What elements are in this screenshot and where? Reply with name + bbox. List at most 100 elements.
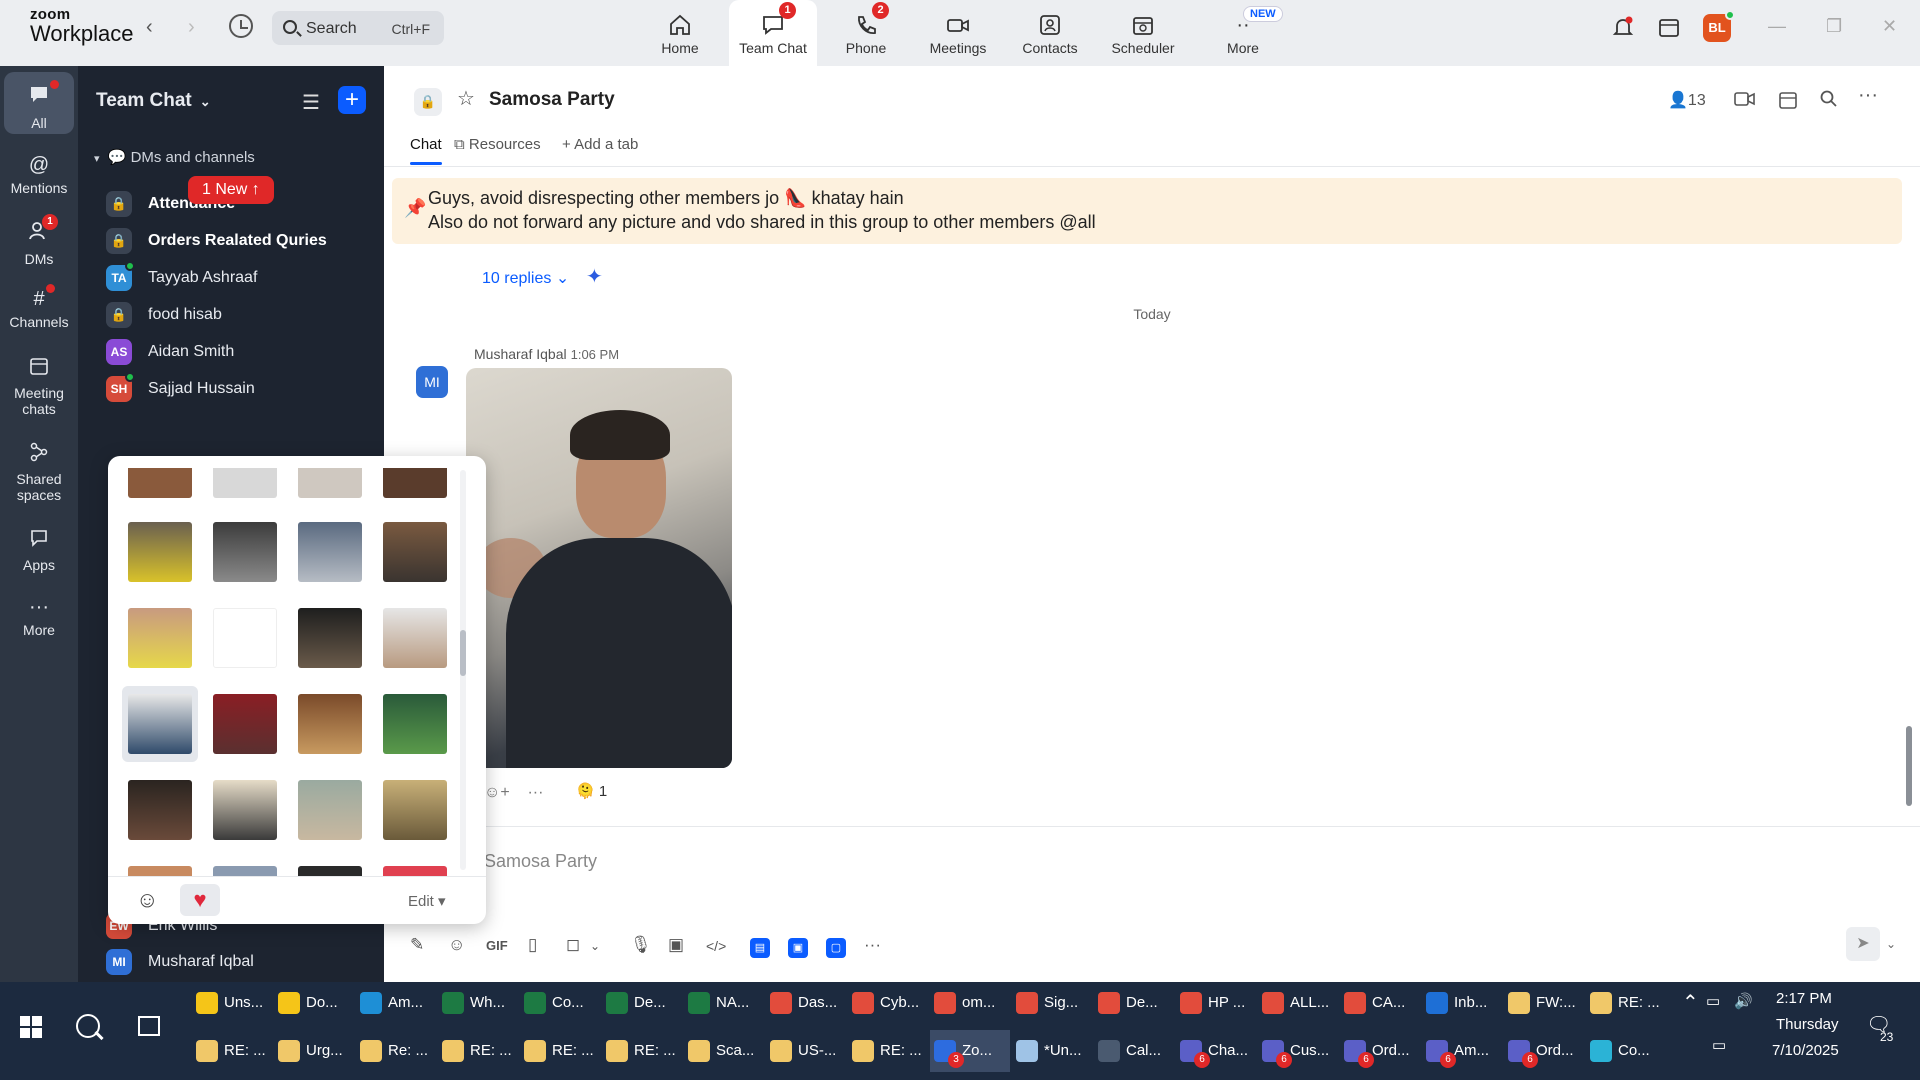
minimize-icon[interactable]: — xyxy=(1768,16,1786,37)
chevron-up-icon[interactable]: ⌃ xyxy=(1682,990,1699,1015)
taskbar-app[interactable]: ALL... xyxy=(1258,982,1338,1024)
taskbar-app[interactable]: US-... xyxy=(766,1030,846,1072)
sticker-item[interactable] xyxy=(292,600,368,676)
rail-item-mentions[interactable]: @ Mentions xyxy=(4,142,74,204)
taskbar-app[interactable]: RE: ... xyxy=(438,1030,518,1072)
new-messages-pill[interactable]: 1 New ↑ xyxy=(188,176,274,204)
taskbar-app[interactable]: HP ... xyxy=(1176,982,1256,1024)
rail-item-shared-spaces[interactable]: Shared spaces xyxy=(4,430,74,510)
taskbar-app[interactable]: Cyb... xyxy=(848,982,928,1024)
avatar[interactable]: MI xyxy=(416,366,448,398)
taskbar-app[interactable]: Do... xyxy=(274,982,354,1024)
emoji-icon[interactable]: ☺ xyxy=(448,935,465,955)
sticker-item[interactable] xyxy=(292,468,368,506)
taskbar-app[interactable]: Co... xyxy=(520,982,600,1024)
app-icon-2[interactable]: ▣ xyxy=(788,938,808,958)
sticker-item[interactable] xyxy=(207,600,283,676)
sticker-item[interactable] xyxy=(292,514,368,590)
rail-item-apps[interactable]: Apps xyxy=(4,516,74,578)
taskbar-app[interactable]: Co... xyxy=(1586,1030,1666,1072)
sticker-item[interactable] xyxy=(377,858,453,876)
more-options-icon[interactable]: ··· xyxy=(1858,84,1878,107)
sticker-item[interactable] xyxy=(377,468,453,506)
star-icon[interactable]: ☆ xyxy=(457,86,475,111)
sticker-item[interactable] xyxy=(207,772,283,848)
taskbar-app[interactable]: RE: ... xyxy=(602,1030,682,1072)
nav-tab-meetings[interactable]: Meetings xyxy=(914,0,1002,66)
sidebar-title[interactable]: Team Chat ⌄ xyxy=(96,90,211,112)
task-view-icon[interactable] xyxy=(138,1016,160,1036)
back-arrow-icon[interactable]: ‹ xyxy=(146,16,153,39)
rail-item-dms[interactable]: 1 DMs xyxy=(4,208,74,270)
nav-tab-more[interactable]: ·· NEW More xyxy=(1199,0,1287,66)
sidebar-item-sajjad[interactable]: SH Sajjad Hussain xyxy=(106,372,376,409)
taskbar-app[interactable]: CA... xyxy=(1340,982,1420,1024)
taskbar-app[interactable]: RE: ... xyxy=(848,1030,928,1072)
app-icon-1[interactable]: ▤ xyxy=(750,938,770,958)
emoji-tab-icon[interactable]: ☺ xyxy=(136,887,158,913)
sticker-item[interactable] xyxy=(207,468,283,506)
video-message-icon[interactable]: ▣ xyxy=(668,935,684,955)
channel-title[interactable]: Samosa Party xyxy=(489,89,615,111)
taskbar-app[interactable]: FW:... xyxy=(1504,982,1584,1024)
user-avatar[interactable]: BL xyxy=(1703,10,1735,42)
history-icon[interactable] xyxy=(229,14,253,38)
taskbar-app[interactable]: Urg... xyxy=(274,1030,354,1072)
sticker-item[interactable] xyxy=(292,686,368,762)
rail-item-meeting-chats[interactable]: Meeting chats xyxy=(4,344,74,424)
taskbar-app[interactable]: 6 Ord... xyxy=(1340,1030,1420,1072)
dms-channels-section[interactable]: ▾ 💬 DMs and channels xyxy=(94,148,255,166)
calendar-top-icon[interactable] xyxy=(1658,16,1680,44)
taskbar-app[interactable]: 6 Cus... xyxy=(1258,1030,1338,1072)
format-icon[interactable]: ✎ xyxy=(410,935,424,955)
add-reaction-icon[interactable]: ☺+ xyxy=(484,784,510,801)
sticker-item[interactable] xyxy=(377,686,453,762)
send-button[interactable]: ➤ xyxy=(1846,927,1880,961)
tab-add[interactable]: + Add a tab xyxy=(562,136,638,153)
tab-chat[interactable]: Chat xyxy=(410,136,442,165)
bell-icon[interactable] xyxy=(1612,16,1634,44)
chevron-down-icon[interactable]: ⌄ xyxy=(1886,937,1896,951)
taskbar-app[interactable]: 6 Am... xyxy=(1422,1030,1502,1072)
sticker-item[interactable] xyxy=(377,514,453,590)
filter-icon[interactable]: ☰ xyxy=(302,90,320,115)
calendar-icon[interactable] xyxy=(1778,90,1798,115)
display-icon[interactable]: ▭ xyxy=(1712,1036,1726,1054)
search-icon[interactable] xyxy=(1820,90,1838,113)
video-call-icon[interactable] xyxy=(1734,90,1756,113)
taskbar-app[interactable]: Wh... xyxy=(438,982,518,1024)
microphone-icon[interactable]: 🎙 xyxy=(630,935,652,955)
sticker-item[interactable] xyxy=(292,772,368,848)
sticker-item[interactable] xyxy=(207,686,283,762)
taskbar-app[interactable]: Uns... xyxy=(192,982,272,1024)
sidebar-item-tayyab[interactable]: TA Tayyab Ashraaf xyxy=(106,261,376,298)
sticker-item[interactable] xyxy=(207,858,283,876)
sticker-scrollbar[interactable] xyxy=(460,470,466,870)
reaction-chip[interactable]: 🫠 1 xyxy=(570,778,613,806)
replies-link[interactable]: 10 replies ⌄ xyxy=(482,268,569,288)
favorites-tab-heart-icon[interactable]: ♥ xyxy=(180,884,220,916)
forward-arrow-icon[interactable]: › xyxy=(188,16,195,39)
nav-tab-team-chat[interactable]: 1 Team Chat xyxy=(729,0,817,66)
chevron-down-icon[interactable]: ⌄ xyxy=(590,939,600,953)
ai-summary-sparkle-icon[interactable]: ✦ xyxy=(586,264,603,289)
taskbar-app[interactable]: NA... xyxy=(684,982,764,1024)
nav-tab-phone[interactable]: 2 Phone xyxy=(822,0,910,66)
sticker-item[interactable] xyxy=(122,468,198,506)
taskbar-app[interactable]: De... xyxy=(1094,982,1174,1024)
sender-name[interactable]: Musharaf Iqbal xyxy=(474,346,567,362)
tab-resources[interactable]: ⧉ Resources xyxy=(454,136,541,153)
taskbar-search-icon[interactable] xyxy=(76,1014,100,1038)
rail-item-all[interactable]: All xyxy=(4,72,74,134)
sticker-item[interactable] xyxy=(122,514,198,590)
file-icon[interactable]: ▯ xyxy=(528,935,537,955)
taskbar-app[interactable]: Das... xyxy=(766,982,846,1024)
sticker-item[interactable] xyxy=(122,600,198,676)
nav-tab-scheduler[interactable]: Scheduler xyxy=(1099,0,1187,66)
taskbar-app[interactable]: 6 Cha... xyxy=(1176,1030,1256,1072)
taskbar-app[interactable]: Inb... xyxy=(1422,982,1502,1024)
volume-icon[interactable]: 🔊 xyxy=(1734,992,1753,1010)
app-icon-3[interactable]: ▢ xyxy=(826,938,846,958)
taskbar-app[interactable]: om... xyxy=(930,982,1010,1024)
pinned-message-banner[interactable]: 📌 Guys, avoid disrespecting other member… xyxy=(392,178,1902,244)
